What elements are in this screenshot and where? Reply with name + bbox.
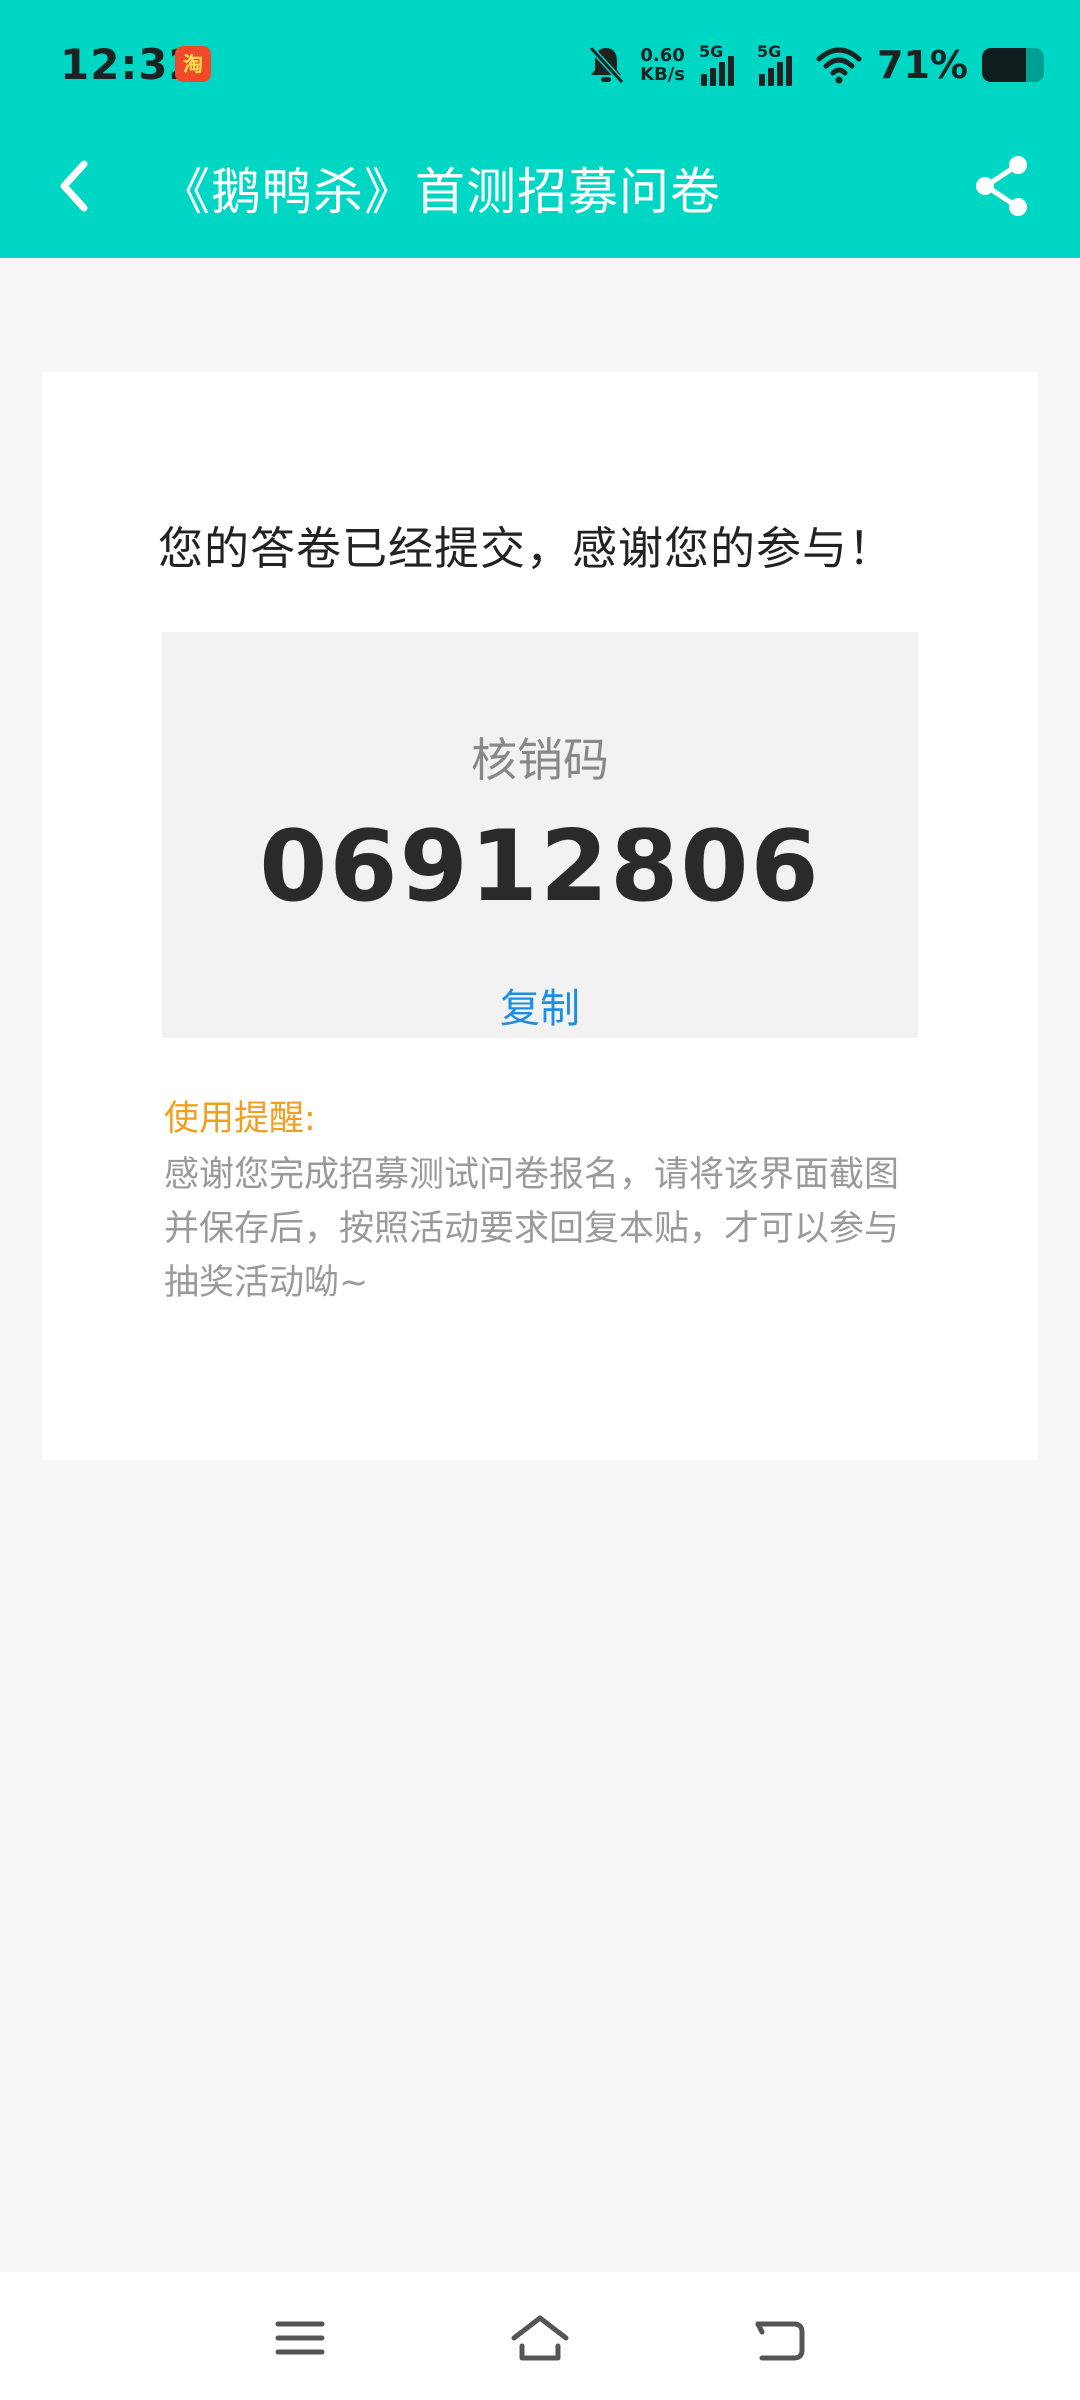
back-nav-button[interactable] bbox=[748, 2310, 812, 2366]
battery-percent: 71% bbox=[877, 43, 968, 87]
verification-code-box: 核销码 06912806 复制 bbox=[162, 632, 918, 1038]
taobao-app-icon: 淘 bbox=[175, 46, 211, 82]
copy-button[interactable]: 复制 bbox=[162, 976, 918, 1034]
menu-button[interactable] bbox=[268, 2310, 332, 2366]
network-speed: 0.60 KB/s bbox=[640, 46, 685, 84]
status-icons: 0.60 KB/s 5G 5G 71% bbox=[586, 40, 1044, 90]
reminder-text: 感谢您完成招募测试问卷报名，请将该界面截图并保存后，按照活动要求回复本贴，才可以… bbox=[164, 1155, 900, 1303]
reminder-title: 使用提醒: bbox=[164, 1099, 316, 1139]
app-header: 12:32 淘 0.60 KB/s 5G 5G 71% 《鹅鸭杀》首测招募问卷 bbox=[0, 0, 1080, 258]
status-bar: 12:32 淘 0.60 KB/s 5G 5G 71% bbox=[0, 0, 1080, 130]
verification-code-label: 核销码 bbox=[471, 733, 609, 787]
verification-code-value: 06912806 bbox=[259, 810, 821, 924]
chevron-left-icon bbox=[60, 160, 88, 212]
battery-icon bbox=[982, 48, 1044, 82]
wifi-icon bbox=[816, 47, 862, 84]
network-speed-value: 0.60 bbox=[640, 45, 685, 66]
signal-icon: 5G bbox=[699, 42, 743, 86]
result-card: 您的答卷已经提交，感谢您的参与！ 核销码 06912806 复制 使用提醒: 感… bbox=[42, 372, 1038, 1460]
submission-message: 您的答卷已经提交，感谢您的参与！ bbox=[158, 522, 895, 575]
network-speed-unit: KB/s bbox=[640, 64, 686, 85]
battery-level bbox=[982, 48, 1027, 82]
share-icon bbox=[976, 156, 1027, 216]
page-title: 《鹅鸭杀》首测招募问卷 bbox=[160, 163, 721, 221]
system-navigation-bar bbox=[0, 2272, 1080, 2400]
signal-icon: 5G bbox=[757, 42, 801, 86]
back-icon bbox=[755, 2321, 805, 2361]
share-button[interactable] bbox=[972, 154, 1032, 218]
menu-icon bbox=[275, 2321, 325, 2355]
bell-muted-icon bbox=[588, 45, 625, 85]
back-button[interactable] bbox=[48, 150, 104, 222]
home-button[interactable] bbox=[508, 2310, 572, 2366]
home-icon bbox=[511, 2315, 569, 2361]
